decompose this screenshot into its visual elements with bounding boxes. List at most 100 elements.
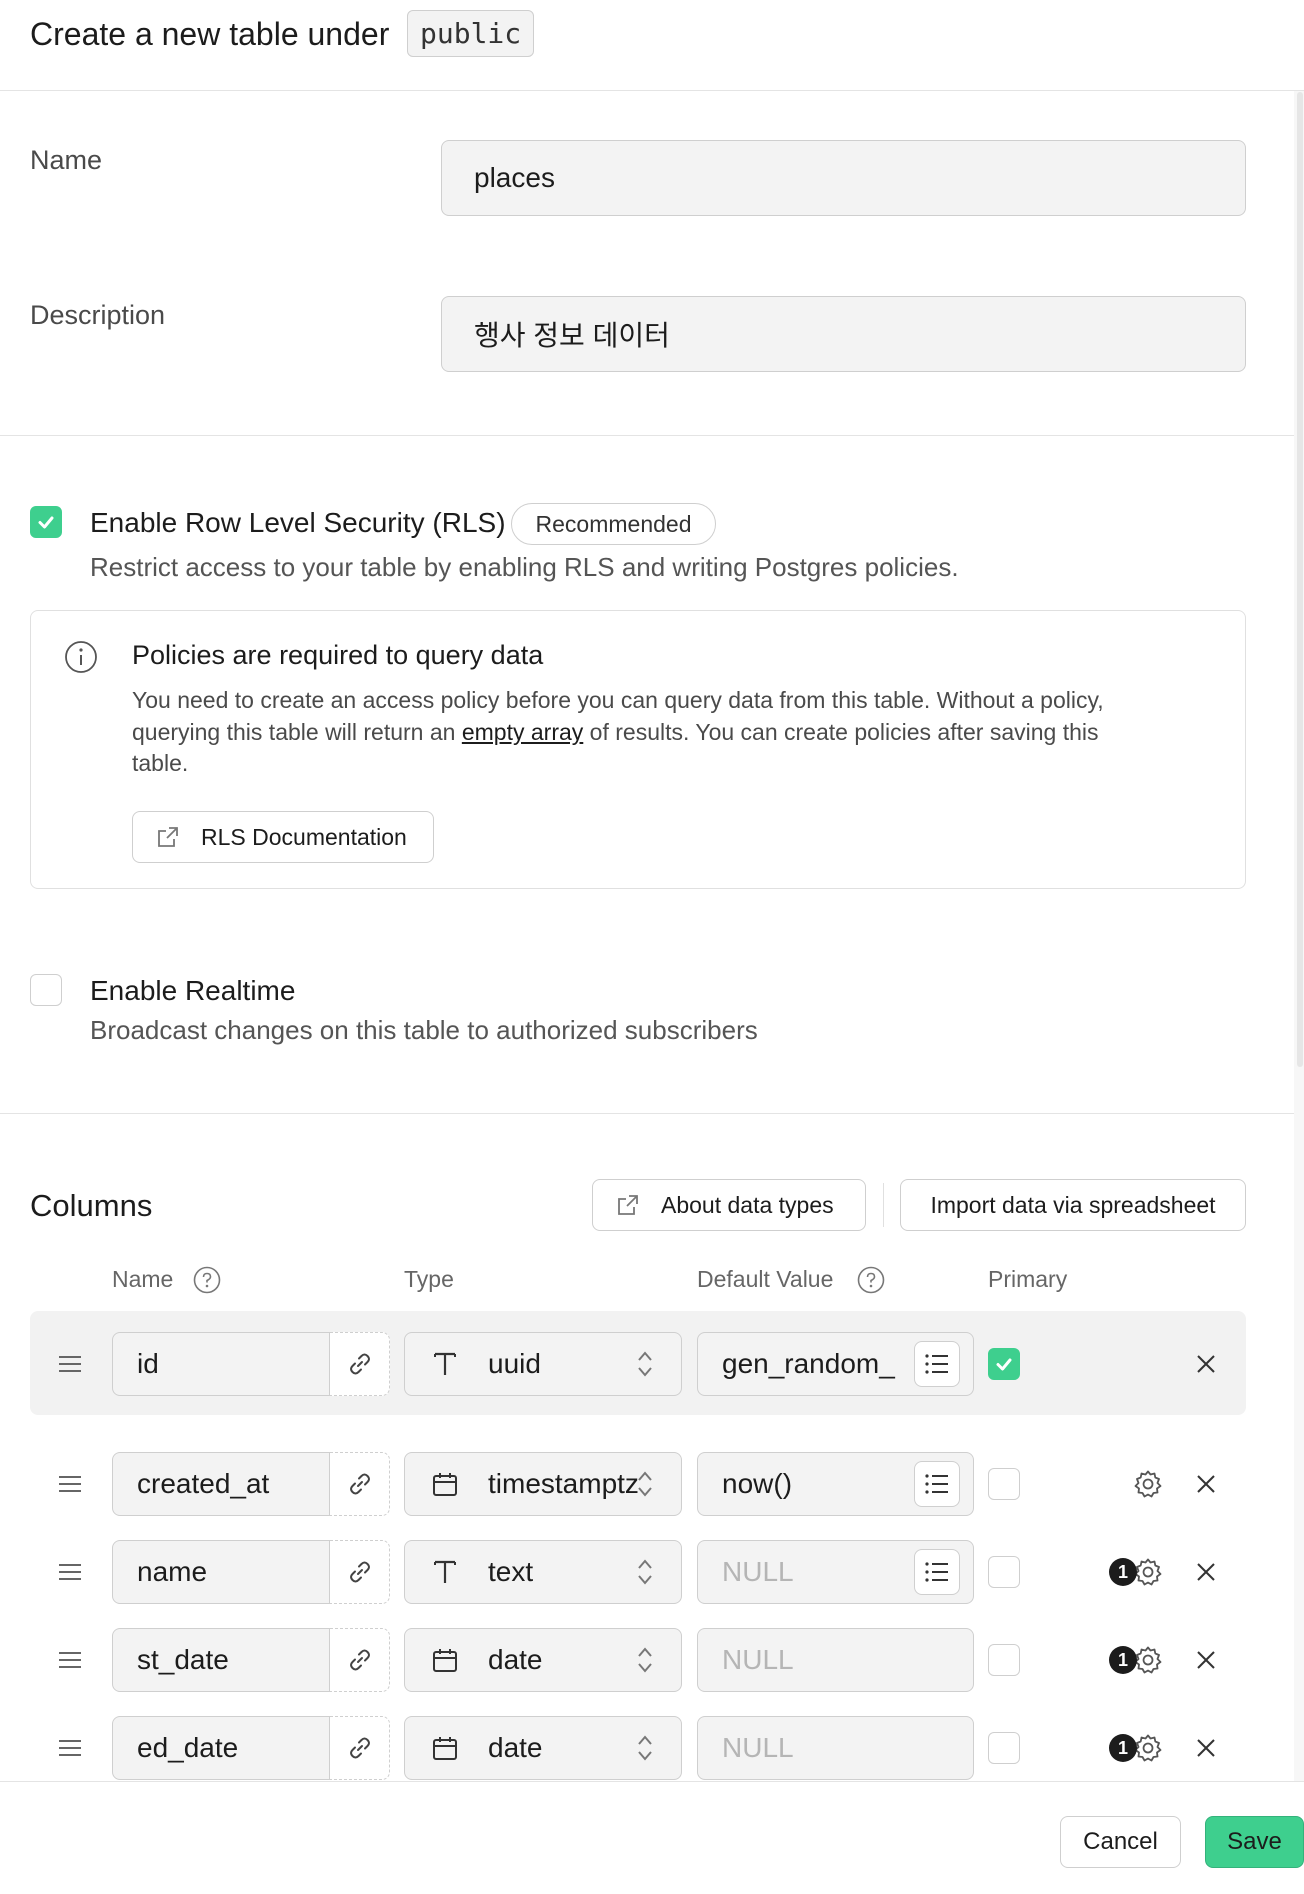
- primary-key-checkbox[interactable]: [988, 1468, 1020, 1500]
- drag-handle-svg: [59, 1356, 81, 1372]
- column-name-input[interactable]: name: [112, 1540, 330, 1604]
- drag-handle-icon[interactable]: [57, 1354, 83, 1374]
- gear-icon[interactable]: [1133, 1645, 1163, 1675]
- drag-handle-svg: [59, 1476, 81, 1492]
- close-icon: [1197, 1475, 1215, 1493]
- primary-key-checkbox[interactable]: [988, 1732, 1020, 1764]
- section-divider: [0, 1113, 1294, 1114]
- suggestions-button[interactable]: [914, 1461, 960, 1507]
- help-icon[interactable]: [193, 1266, 221, 1294]
- realtime-description: Broadcast changes on this table to autho…: [90, 1015, 758, 1045]
- gear-svg: [1134, 1646, 1162, 1674]
- calendar-icon: [431, 1646, 459, 1674]
- drag-handle-icon[interactable]: [57, 1650, 83, 1670]
- gear-icon[interactable]: [1133, 1557, 1163, 1587]
- column-type-select[interactable]: timestamptz: [404, 1452, 682, 1516]
- link-icon: [349, 1561, 370, 1583]
- name-input[interactable]: places: [441, 140, 1246, 216]
- empty-array-link[interactable]: empty array: [462, 719, 583, 745]
- gear-icon[interactable]: [1133, 1469, 1163, 1499]
- link-icon: [349, 1473, 370, 1495]
- primary-key-checkbox[interactable]: [988, 1644, 1020, 1676]
- foreign-key-button[interactable]: [330, 1540, 390, 1604]
- link-icon: [349, 1649, 370, 1671]
- column-name-input[interactable]: created_at: [112, 1452, 330, 1516]
- realtime-title: Enable Realtime: [90, 975, 296, 1006]
- column-name-input[interactable]: id: [112, 1332, 330, 1396]
- default-value-input[interactable]: NULL: [697, 1716, 974, 1780]
- gear-icon[interactable]: [1133, 1733, 1163, 1763]
- foreign-key-button[interactable]: [330, 1332, 390, 1396]
- realtime-checkbox[interactable]: [30, 974, 62, 1006]
- column-type-select[interactable]: uuid: [404, 1332, 682, 1396]
- suggestions-button[interactable]: [914, 1341, 960, 1387]
- column-type-value: date: [488, 1644, 543, 1675]
- drag-handle-icon[interactable]: [57, 1474, 83, 1494]
- drag-handle-svg: [59, 1564, 81, 1580]
- page-title: Create a new table under: [30, 16, 390, 52]
- scrollbar-thumb[interactable]: [1297, 92, 1303, 1067]
- description-input[interactable]: 행사 정보 데이터: [441, 296, 1246, 372]
- column-name-input[interactable]: st_date: [112, 1628, 330, 1692]
- column-type-value: timestamptz: [488, 1468, 639, 1499]
- remove-column-icon[interactable]: [1195, 1649, 1217, 1671]
- import-spreadsheet-button[interactable]: Import data via spreadsheet: [900, 1179, 1246, 1231]
- remove-column-icon[interactable]: [1195, 1473, 1217, 1495]
- default-value-input[interactable]: NULL: [697, 1628, 974, 1692]
- drag-handle-icon[interactable]: [57, 1562, 83, 1582]
- cancel-button[interactable]: Cancel: [1060, 1816, 1181, 1868]
- schema-badge: public: [407, 10, 535, 57]
- remove-column-icon[interactable]: [1195, 1353, 1217, 1375]
- foreign-key-button[interactable]: [330, 1452, 390, 1516]
- text-type-icon: [431, 1350, 459, 1378]
- policy-notice-text-2-pre: querying this table will return an: [132, 719, 462, 745]
- constraint-count-badge: 1: [1109, 1646, 1137, 1674]
- close-icon: [1197, 1355, 1215, 1373]
- list-icon: [925, 1354, 948, 1374]
- column-name-input[interactable]: ed_date: [112, 1716, 330, 1780]
- column-type-value: text: [488, 1556, 534, 1587]
- rls-title: Enable Row Level Security (RLS): [90, 507, 506, 538]
- column-name-value: ed_date: [137, 1732, 239, 1763]
- close-icon: [1197, 1651, 1215, 1669]
- column-type-select[interactable]: date: [404, 1628, 682, 1692]
- policy-notice-text-3: table.: [132, 750, 189, 776]
- primary-key-checkbox[interactable]: [988, 1556, 1020, 1588]
- policy-notice-text-2-post: of results. You can create policies afte…: [583, 719, 1099, 745]
- policy-notice-title: Policies are required to query data: [132, 640, 544, 670]
- primary-key-checkbox[interactable]: [988, 1348, 1020, 1380]
- list-icon: [925, 1474, 948, 1494]
- description-label: Description: [30, 300, 166, 330]
- constraint-count-badge: 1: [1109, 1558, 1137, 1586]
- list-icon: [925, 1562, 948, 1582]
- column-type-select[interactable]: text: [404, 1540, 682, 1604]
- info-icon: [65, 641, 97, 673]
- chevron-up-down-icon: [635, 1556, 655, 1588]
- foreign-key-button[interactable]: [330, 1628, 390, 1692]
- column-type-select[interactable]: date: [404, 1716, 682, 1780]
- suggestions-button[interactable]: [914, 1549, 960, 1595]
- external-link-icon: [158, 827, 178, 847]
- drag-handle-svg: [59, 1740, 81, 1756]
- chevron-up-down-icon: [635, 1348, 655, 1380]
- gear-svg: [1134, 1470, 1162, 1498]
- column-heading-name: Name: [112, 1266, 174, 1292]
- help-icon[interactable]: [857, 1266, 885, 1294]
- rls-checkbox[interactable]: [30, 506, 62, 538]
- calendar-icon: [431, 1470, 459, 1498]
- column-name-value: id: [137, 1348, 159, 1379]
- chevron-up-down-icon: [635, 1732, 655, 1764]
- foreign-key-button[interactable]: [330, 1716, 390, 1780]
- drag-handle-icon[interactable]: [57, 1738, 83, 1758]
- link-icon: [349, 1353, 370, 1375]
- column-name-value: st_date: [137, 1644, 229, 1675]
- save-button[interactable]: Save: [1205, 1816, 1304, 1868]
- remove-column-icon[interactable]: [1195, 1561, 1217, 1583]
- name-input-value: places: [474, 162, 555, 193]
- remove-column-icon[interactable]: [1195, 1737, 1217, 1759]
- column-type-value: date: [488, 1732, 543, 1763]
- rls-documentation-button[interactable]: RLS Documentation: [132, 811, 434, 863]
- rls-documentation-label: RLS Documentation: [201, 823, 407, 850]
- about-data-types-button[interactable]: About data types: [592, 1179, 866, 1231]
- link-icon: [349, 1737, 370, 1759]
